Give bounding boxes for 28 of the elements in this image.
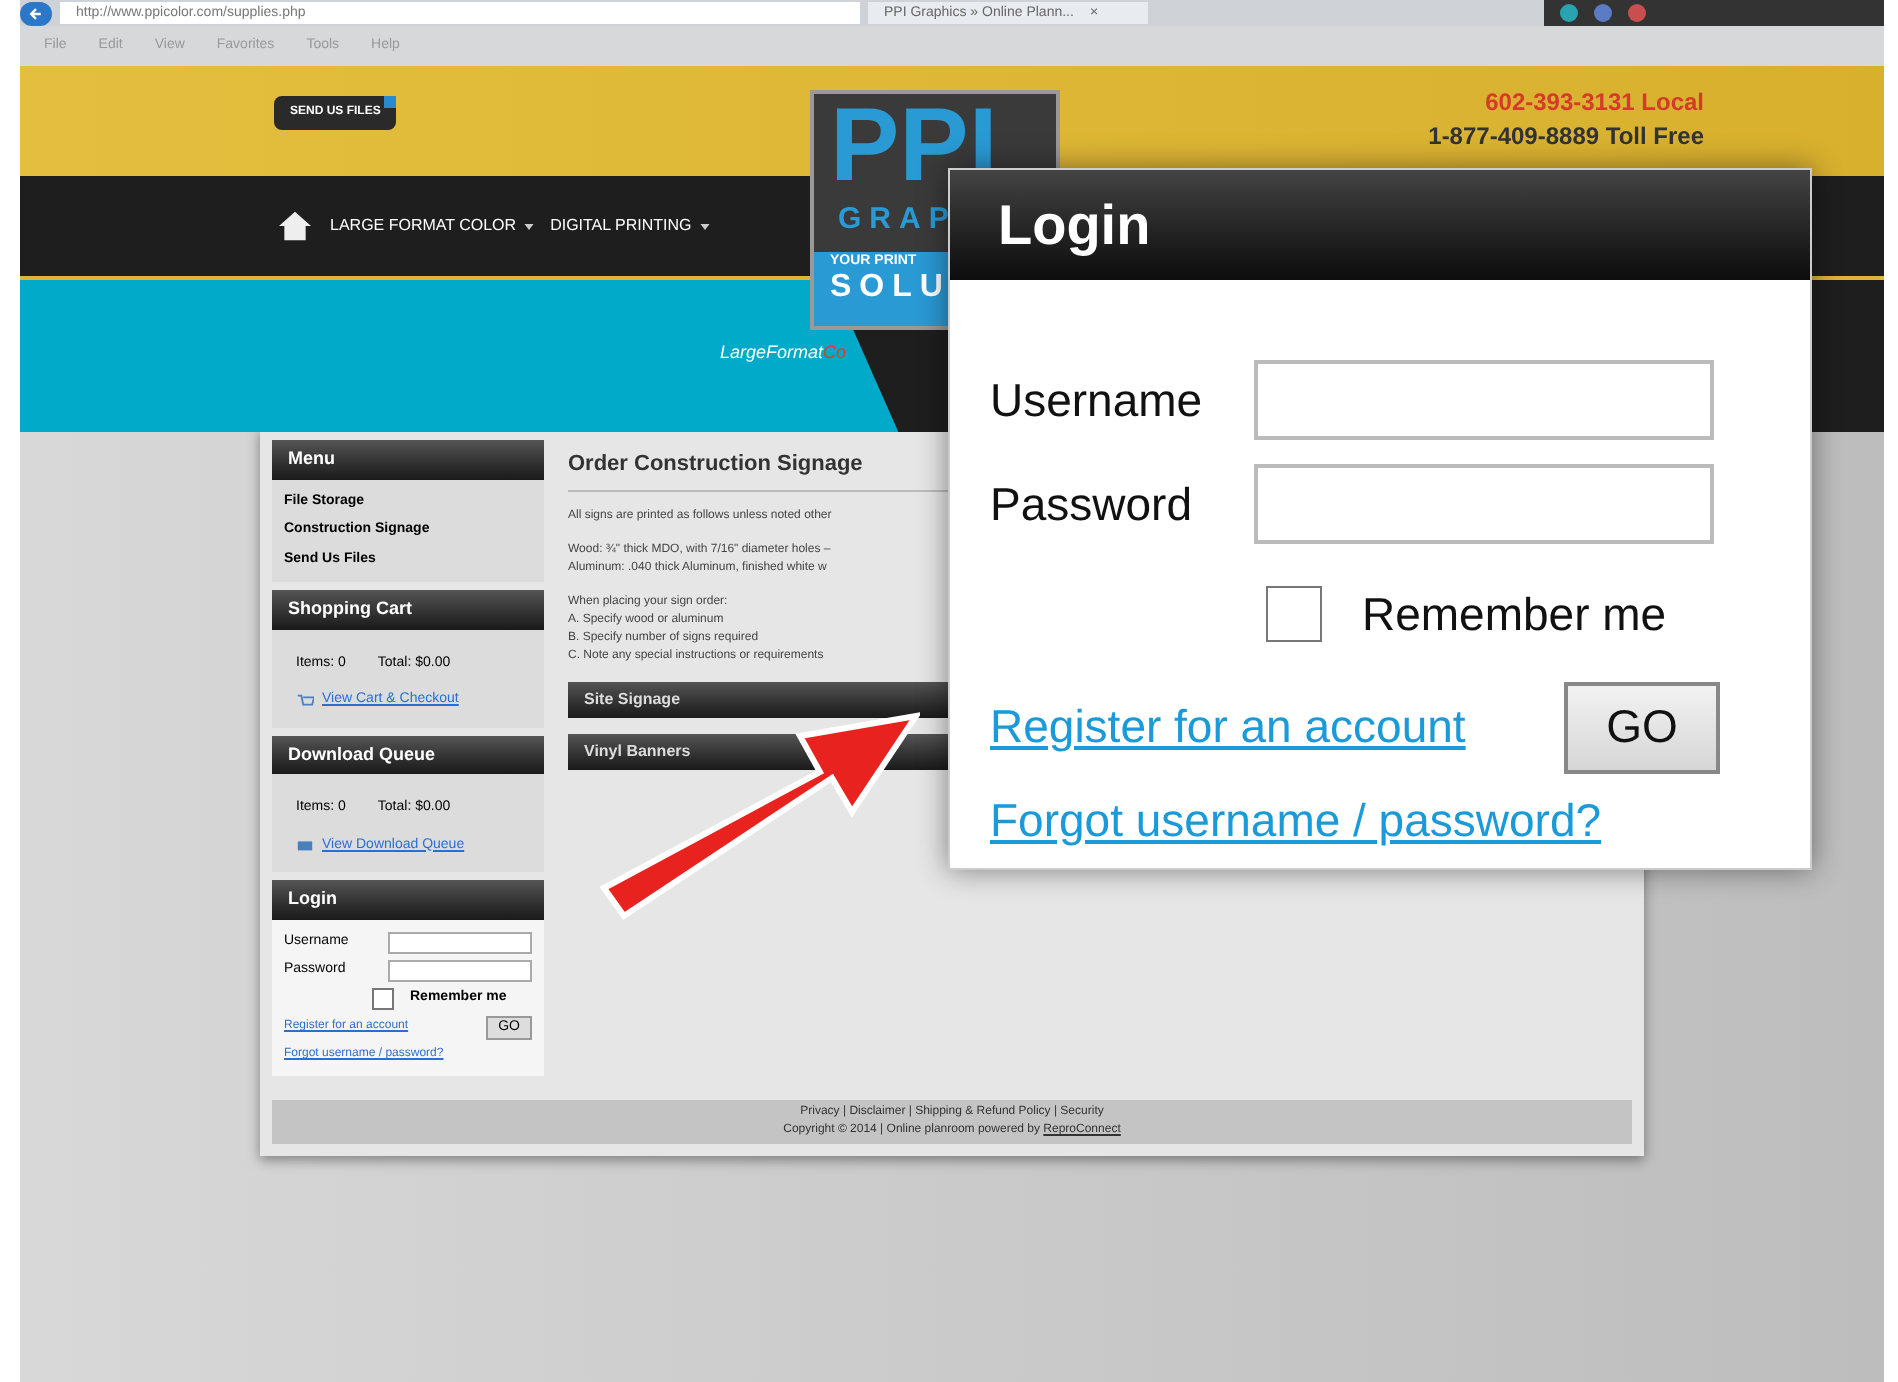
cart-icon bbox=[296, 691, 314, 710]
go-button[interactable]: GO bbox=[1564, 681, 1720, 773]
nav-link[interactable]: DIGITAL PRINTING bbox=[550, 214, 710, 238]
tagline-accent: Co bbox=[823, 340, 847, 366]
panel-header: Shopping Cart bbox=[272, 590, 544, 629]
home-icon[interactable] bbox=[276, 210, 314, 242]
password-field[interactable] bbox=[1254, 464, 1714, 544]
logo-slogan-word: SOLU bbox=[830, 272, 953, 304]
toll-free-phone: 1-877-409-8889 Toll Free bbox=[1428, 120, 1704, 154]
panel-header: Menu bbox=[272, 440, 544, 479]
forgot-link[interactable]: Forgot username / password? bbox=[990, 785, 1714, 854]
password-field[interactable] bbox=[388, 959, 532, 981]
local-phone: 602-393-3131 Local bbox=[1485, 86, 1704, 120]
remember-label: Remember me bbox=[1362, 586, 1667, 644]
checkbox[interactable] bbox=[1266, 586, 1322, 643]
tagline: LargeFormat bbox=[720, 340, 824, 366]
nav-link[interactable]: LARGE FORMAT COLOR bbox=[330, 214, 535, 238]
checkbox[interactable] bbox=[372, 987, 394, 1009]
register-link[interactable]: Register for an account bbox=[990, 692, 1466, 762]
caret-icon[interactable] bbox=[699, 223, 710, 229]
username-field[interactable] bbox=[1254, 360, 1714, 440]
panel-header: Login bbox=[272, 880, 544, 919]
panel-header: Download Queue bbox=[272, 735, 544, 774]
caret-icon[interactable] bbox=[524, 223, 535, 229]
username-label: Username bbox=[990, 371, 1203, 430]
username-field[interactable] bbox=[388, 931, 532, 953]
popup-header: Login bbox=[950, 170, 1810, 280]
back-icon[interactable] bbox=[20, 1, 52, 25]
